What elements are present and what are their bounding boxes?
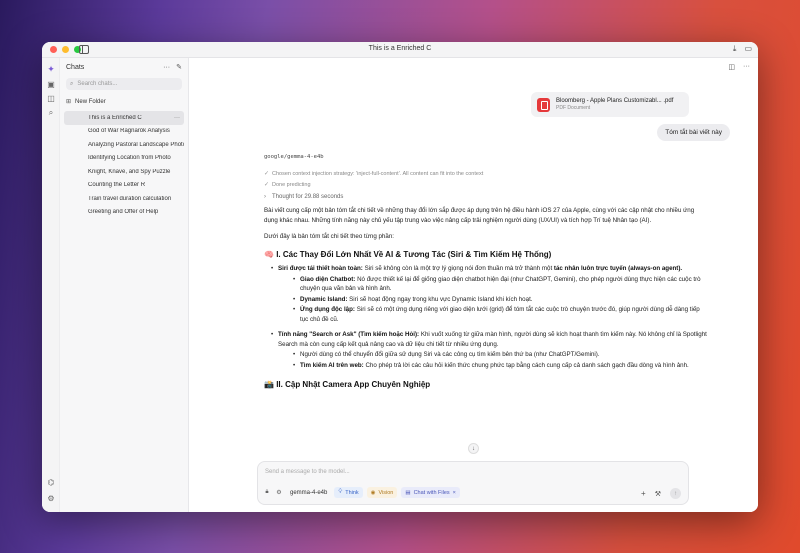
- model-selector[interactable]: gemma-4-e4b: [290, 490, 327, 496]
- list-item: Siri được tái thiết hoàn toàn: Siri sẽ k…: [264, 264, 709, 324]
- lead-paragraph: Dưới đây là bản tóm tắt chi tiết theo từ…: [264, 233, 394, 240]
- check-icon: ✓: [264, 182, 270, 188]
- assistant-message: google/gemma-4-e4b ✓ Chosen context inje…: [264, 154, 709, 390]
- bulb-icon: 💡︎: [338, 489, 343, 495]
- model-name: google/gemma-4-e4b: [264, 154, 324, 160]
- sidebar-header: Chats ··· ✎: [60, 58, 188, 76]
- chat-item-active[interactable]: This is a Enriched C ···: [64, 111, 184, 125]
- search-icon: ⌕: [70, 80, 74, 87]
- pdf-file-icon: [537, 97, 550, 112]
- chat-item[interactable]: Identifying Location from Photo: [60, 152, 188, 166]
- image-icon[interactable]: ▣: [46, 80, 56, 90]
- chat-sidebar: Chats ··· ✎ ⌕ Search chats... ⊞ New Fold…: [60, 58, 189, 512]
- list-item: Ứng dụng độc lập: Siri sẽ có một ứng dụn…: [278, 305, 709, 324]
- send-button[interactable]: ↑: [670, 488, 681, 499]
- download-icon[interactable]: ⤓: [733, 44, 737, 54]
- new-folder-label: New Folder: [75, 98, 106, 105]
- wrench-icon[interactable]: ⚒: [655, 490, 661, 498]
- check-icon: ✓: [264, 171, 270, 177]
- titlebar-actions: ⤓ ▭: [733, 44, 752, 54]
- attachment-card[interactable]: Bloomberg - Apple Plans Customizabl... .…: [531, 92, 689, 117]
- chat-item[interactable]: Greeting and Offer of Help: [60, 206, 188, 220]
- chevron-right-icon: ›: [264, 194, 266, 200]
- thought-toggle[interactable]: › Thought for 29.88 seconds: [264, 191, 709, 203]
- title-bar: This is a Enriched C ⤓ ▭: [42, 42, 758, 58]
- attachment-type: PDF Document: [556, 105, 591, 111]
- chat-list: This is a Enriched C ··· God of War Ragn…: [60, 111, 188, 219]
- search-placeholder: Search chats...: [77, 81, 118, 87]
- window-title: This is a Enriched C: [368, 45, 432, 52]
- more-icon[interactable]: ···: [743, 63, 750, 71]
- split-view-icon[interactable]: ◫: [728, 63, 735, 71]
- settings-gear-icon[interactable]: ⚙: [46, 494, 56, 504]
- list-item: Giao diện Chatbot: Nó được thiết kế lại …: [278, 275, 709, 294]
- list-item: Người dùng có thể chuyển đổi giữa sử dụn…: [278, 350, 709, 360]
- chat-item[interactable]: God of War Ragnarök Analysis: [60, 125, 188, 139]
- camera-icon: 📸: [264, 380, 274, 389]
- models-icon[interactable]: ◫: [46, 94, 56, 104]
- status-line: ✓ Chosen context injection strategy: 'in…: [264, 170, 484, 178]
- settings-icon[interactable]: ⚙: [275, 489, 283, 496]
- message-input[interactable]: Send a message to the model...: [265, 469, 350, 475]
- developer-icon[interactable]: ⌬: [46, 478, 56, 488]
- chat-item[interactable]: Knight, Knave, and Spy Puzzle: [60, 165, 188, 179]
- chat-item[interactable]: Analyzing Pastoral Landscape Photogra...: [60, 138, 188, 152]
- chat-item[interactable]: Counting the Letter R: [60, 179, 188, 193]
- brain-icon: 🧠: [264, 250, 274, 259]
- new-chat-icon[interactable]: ✎: [176, 63, 182, 71]
- eye-icon: ◉: [370, 489, 376, 496]
- bullet-list: Siri được tái thiết hoàn toàn: Siri sẽ k…: [264, 264, 709, 370]
- search-chats-input[interactable]: ⌕ Search chats...: [66, 78, 182, 90]
- panel-icon[interactable]: ▭: [744, 44, 752, 54]
- composer-actions: + ⚒ ↑: [641, 488, 681, 499]
- list-item: Dynamic Island: Siri sẽ hoạt động ngay t…: [278, 295, 709, 305]
- folder-plus-icon: ⊞: [66, 99, 72, 105]
- chat-more-icon[interactable]: ···: [174, 115, 180, 121]
- list-item: Tính năng "Search or Ask" (Tìm kiếm hoặc…: [264, 330, 709, 370]
- lock-icon[interactable]: 🔒︎: [263, 489, 271, 496]
- main-actions: ◫ ···: [728, 63, 750, 71]
- user-message: Tóm tắt bài viết này: [657, 124, 730, 141]
- list-item: Tìm kiếm AI trên web: Cho phép trả lời c…: [278, 361, 709, 371]
- app-logo-icon[interactable]: ✦: [46, 64, 56, 74]
- composer-tools: 🔒︎ ⚙ gemma-4-e4b 💡︎ Think ◉ Vision ▤ Chat w…: [263, 487, 460, 498]
- left-rail: ✦ ▣ ◫ ⌕ ⌬ ⚙: [42, 58, 60, 512]
- chat-main: ◫ ··· Bloomberg - Apple Plans Customizab…: [189, 58, 758, 512]
- more-options-icon[interactable]: ···: [163, 64, 170, 71]
- section-heading: 🧠 I. Các Thay Đổi Lớn Nhất Về AI & Tương…: [264, 250, 552, 259]
- remove-chip-icon[interactable]: ×: [453, 490, 456, 496]
- app-window: This is a Enriched C ⤓ ▭ ✦ ▣ ◫ ⌕ ⌬ ⚙ Cha…: [42, 42, 758, 512]
- search-models-icon[interactable]: ⌕: [46, 108, 56, 118]
- scroll-down-button[interactable]: ↓: [468, 443, 479, 454]
- file-icon: ▤: [405, 489, 411, 496]
- attachment-name: Bloomberg - Apple Plans Customizabl... .…: [556, 98, 674, 104]
- section-heading: 📸 II. Cập Nhật Camera App Chuyên Nghiệp: [264, 380, 431, 389]
- add-icon[interactable]: +: [641, 489, 646, 498]
- vision-toggle[interactable]: ◉ Vision: [366, 487, 398, 498]
- chat-with-files-toggle[interactable]: ▤ Chat with Files ×: [401, 487, 460, 498]
- intro-paragraph: Bài viết cung cấp một bản tóm tắt chi ti…: [264, 207, 695, 224]
- sidebar-heading: Chats: [66, 63, 85, 71]
- new-folder-button[interactable]: ⊞ New Folder: [66, 96, 182, 107]
- think-toggle[interactable]: 💡︎ Think: [334, 487, 363, 498]
- status-line: ✓ Done predicting: [264, 181, 311, 189]
- chat-item[interactable]: Train travel duration calculation: [60, 192, 188, 206]
- message-composer[interactable]: Send a message to the model... 🔒︎ ⚙ gemm…: [257, 461, 689, 505]
